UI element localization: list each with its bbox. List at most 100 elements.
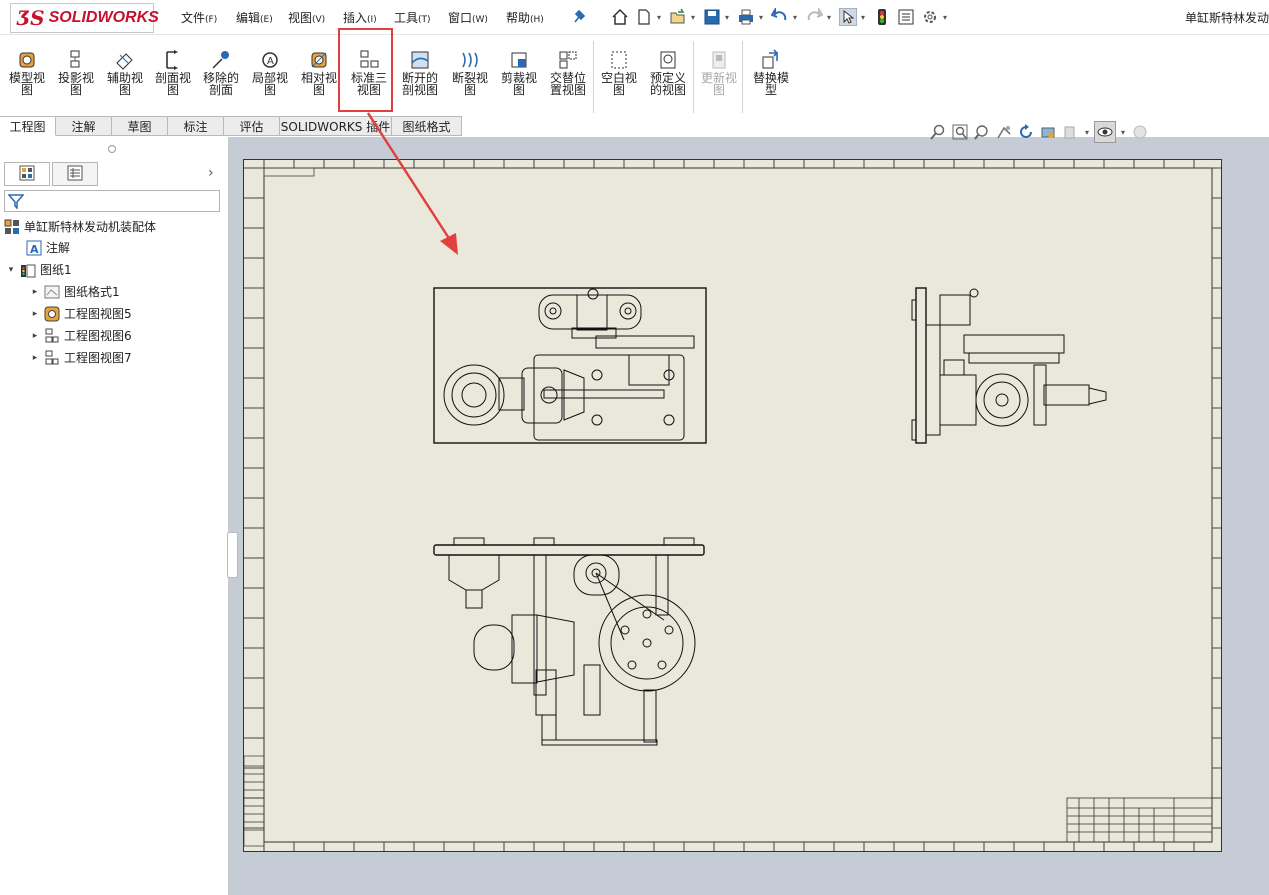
tab-2[interactable]: 草图 xyxy=(112,116,168,136)
ribbon-button-model-view[interactable]: 模型视图 xyxy=(3,49,51,111)
ribbon-button-break-view[interactable]: 断裂视图 xyxy=(446,49,494,111)
tab-0[interactable]: 工程图 xyxy=(0,116,56,136)
ribbon-button-predefined-view[interactable]: 预定义 的视图 xyxy=(644,49,692,111)
ribbon-button-auxiliary-view[interactable]: 辅助视图 xyxy=(101,49,149,111)
tree-item-label: 工程图视图5 xyxy=(64,307,132,321)
property-manager-tab[interactable] xyxy=(52,162,98,186)
chevron-right-icon[interactable]: › xyxy=(208,165,214,181)
rotate-view-icon[interactable] xyxy=(1016,122,1036,142)
undo-icon[interactable] xyxy=(770,7,790,27)
chevron-down-icon[interactable]: ▾ xyxy=(940,13,950,22)
tab-4[interactable]: 评估 xyxy=(224,116,280,136)
zoom-to-fit-icon[interactable] xyxy=(928,122,948,142)
chevron-down-icon[interactable]: ▾ xyxy=(6,265,16,275)
filter-box[interactable] xyxy=(4,190,220,212)
chevron-down-icon[interactable]: ▾ xyxy=(1118,128,1128,137)
menu-item-4[interactable]: 工具(T) xyxy=(394,9,431,26)
new-document-icon[interactable] xyxy=(634,7,654,27)
chevron-down-icon[interactable]: ▾ xyxy=(688,13,698,22)
ds-logo-mark: ƷS xyxy=(17,6,45,30)
options-gear-icon[interactable] xyxy=(920,7,940,27)
save-icon[interactable] xyxy=(702,7,722,27)
ribbon-button-crop-view[interactable]: 剪裁视图 xyxy=(495,49,543,111)
ribbon-button-empty-view[interactable]: 空白视图 xyxy=(595,49,643,111)
sheet-icon xyxy=(20,262,36,278)
tree-item[interactable]: A 注解 xyxy=(26,239,70,256)
tree-root[interactable]: 单缸斯特林发动机装配体 xyxy=(4,218,156,235)
tree-item[interactable]: ▸ 工程图视图7 xyxy=(30,349,132,366)
tree-item[interactable]: ▸ 图纸格式1 xyxy=(30,283,120,300)
traffic-light-icon[interactable] xyxy=(872,7,892,27)
feature-manager-tab[interactable] xyxy=(4,162,50,186)
chevron-down-icon[interactable]: ▾ xyxy=(654,13,664,22)
replace-model-icon xyxy=(760,49,782,71)
assembly-drawing-icon xyxy=(4,219,20,235)
menu-label: 编辑 xyxy=(236,11,261,25)
chevron-down-icon[interactable]: ▾ xyxy=(756,13,766,22)
heads-up-view-toolbar: ▾ ▾ xyxy=(928,121,1150,143)
tab-3[interactable]: 标注 xyxy=(168,116,224,136)
property-manager-icon xyxy=(67,165,83,184)
ribbon-button-section-view[interactable]: 剖面视图 xyxy=(149,49,197,111)
alternate-position-icon xyxy=(557,49,579,71)
previous-view-icon[interactable] xyxy=(972,122,992,142)
zoom-to-area-icon[interactable] xyxy=(950,122,970,142)
hide-show-items-icon[interactable] xyxy=(1094,121,1116,143)
ribbon-button-replace-model[interactable]: 替换模型 xyxy=(747,49,795,111)
tree-item[interactable]: ▸ 工程图视图5 xyxy=(30,305,132,322)
ribbon-button-alternate-position[interactable]: 交替位 置视图 xyxy=(544,49,592,111)
redo-icon[interactable] xyxy=(804,7,824,27)
pin-icon[interactable] xyxy=(570,7,590,27)
quick-access-toolbar: ▾ ▾ ▾ ▾ ▾ ▾ ▾ ▾ xyxy=(566,6,950,28)
menu-shortcut: (W) xyxy=(472,15,488,25)
chevron-down-icon[interactable]: ▾ xyxy=(722,13,732,22)
menu-label: 帮助 xyxy=(506,11,531,25)
ribbon-button-projected-view[interactable]: 投影视图 xyxy=(52,49,100,111)
tree-item-label: 图纸格式1 xyxy=(64,285,120,299)
logo-text: SOLIDWORKS xyxy=(48,9,159,26)
home-icon[interactable] xyxy=(610,7,630,27)
model-view-icon xyxy=(16,49,38,71)
chevron-down-icon[interactable]: ▾ xyxy=(824,13,834,22)
menu-item-2[interactable]: 视图(V) xyxy=(288,9,325,26)
open-folder-icon[interactable] xyxy=(668,7,688,27)
chevron-down-icon[interactable]: ▾ xyxy=(1082,128,1092,137)
display-style-icon[interactable] xyxy=(1060,122,1080,142)
chevron-right-icon[interactable]: ▸ xyxy=(30,353,40,363)
tab-1[interactable]: 注解 xyxy=(56,116,112,136)
scene-icon[interactable] xyxy=(1130,122,1150,142)
panel-splitter-handle[interactable] xyxy=(227,532,238,578)
ribbon-button-label: 空白视图 xyxy=(600,71,637,97)
menu-shortcut: (E) xyxy=(260,15,273,25)
section-display-icon[interactable] xyxy=(1038,122,1058,142)
ribbon-button-relative-view[interactable]: 相对视图 xyxy=(295,49,343,111)
ribbon-separator xyxy=(693,41,694,113)
menu-item-6[interactable]: 帮助(H) xyxy=(506,9,544,26)
chevron-down-icon[interactable]: ▾ xyxy=(790,13,800,22)
chevron-right-icon[interactable]: ▸ xyxy=(30,331,40,341)
ribbon-button-removed-section[interactable]: 移除的 剖面 xyxy=(197,49,245,111)
chevron-down-icon[interactable]: ▾ xyxy=(858,13,868,22)
menu-item-5[interactable]: 窗口(W) xyxy=(448,9,488,26)
tree-item-label: 注解 xyxy=(46,241,71,255)
menu-item-1[interactable]: 编辑(E) xyxy=(236,9,273,26)
chevron-right-icon[interactable]: ▸ xyxy=(30,309,40,319)
print-icon[interactable] xyxy=(736,7,756,27)
feature-manager-panel: › 单缸斯特林发动机装配体 A 注解 ▾ 图纸1 ▸ 图纸格式1 ▸ 工程图视图5 ▸ 工程图视图… xyxy=(0,137,229,895)
ribbon-button-broken-out-section[interactable]: 断开的 剖视图 xyxy=(396,49,444,111)
solidworks-logo[interactable]: ƷS SOLIDWORKS xyxy=(10,3,159,33)
file-properties-icon[interactable] xyxy=(896,7,916,27)
chevron-right-icon[interactable]: ▸ xyxy=(30,287,40,297)
predefined-view-icon xyxy=(657,49,679,71)
menu-item-0[interactable]: 文件(F) xyxy=(181,9,217,26)
menu-item-3[interactable]: 插入(I) xyxy=(343,9,377,26)
ribbon-button-detail-view[interactable]: A 局部视图 xyxy=(246,49,294,111)
ribbon-button-label: 替换模型 xyxy=(752,71,789,97)
select-pointer-icon[interactable] xyxy=(838,7,858,27)
tree-item[interactable]: ▸ 工程图视图6 xyxy=(30,327,132,344)
menu-label: 窗口 xyxy=(448,11,473,25)
ribbon-button-label: 移除的 剖面 xyxy=(202,71,239,97)
tree-item[interactable]: ▾ 图纸1 xyxy=(6,261,72,278)
panel-grip-icon[interactable] xyxy=(108,145,116,153)
pan-icon[interactable] xyxy=(994,122,1014,142)
